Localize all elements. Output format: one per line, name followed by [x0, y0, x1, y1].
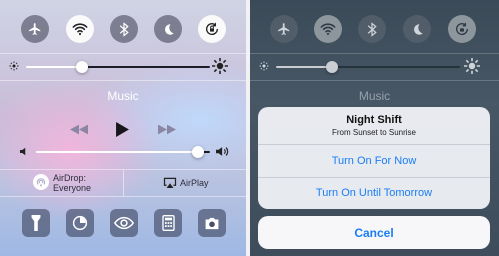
night-shift-button[interactable] [110, 209, 138, 237]
calculator-icon [161, 215, 175, 231]
wifi-icon [320, 23, 336, 36]
volume-low-icon [20, 147, 26, 156]
bluetooth-icon [119, 21, 129, 37]
flashlight-button[interactable] [22, 209, 50, 237]
brightness-low-icon [259, 61, 269, 71]
moon-icon [164, 23, 174, 35]
bluetooth-icon [367, 21, 377, 37]
cancel-button[interactable]: Cancel [258, 216, 490, 249]
night-shift-sheet-screen: Music Night Shift From Sunset to Sunrise… [250, 0, 499, 256]
brightness-high-icon [464, 58, 480, 74]
music-title-dimmed: Music [358, 89, 391, 103]
sheet-title: Night Shift [346, 114, 402, 126]
camera-icon [205, 217, 219, 229]
control-center-screen: Music AirDrop: Everyone AirPlay [0, 0, 246, 256]
volume-high-icon [216, 147, 229, 156]
brightness-slider-fill-dimmed [276, 66, 332, 68]
brightness-slider-knob[interactable] [76, 61, 88, 73]
wifi-toggle[interactable] [66, 15, 94, 43]
rotation-lock-toggle[interactable] [198, 15, 226, 43]
airdrop-icon [33, 174, 49, 190]
wifi-toggle-dimmed [314, 15, 342, 43]
airplane-mode-toggle-dimmed [270, 15, 298, 43]
divider [250, 53, 499, 54]
airplane-icon [278, 23, 290, 35]
airplane-icon [29, 23, 41, 35]
airplay-label: AirPlay [180, 178, 209, 188]
flashlight-icon [31, 215, 41, 231]
timer-button[interactable] [66, 209, 94, 237]
fast-forward-icon[interactable] [158, 124, 176, 135]
rewind-icon[interactable] [70, 124, 88, 135]
divider [250, 80, 499, 81]
bluetooth-toggle[interactable] [110, 15, 138, 43]
calculator-button[interactable] [154, 209, 182, 237]
camera-button[interactable] [198, 209, 226, 237]
bluetooth-toggle-dimmed [358, 15, 386, 43]
night-shift-eye-icon [114, 216, 134, 230]
do-not-disturb-toggle-dimmed [403, 15, 431, 43]
rotation-lock-icon [456, 22, 469, 35]
brightness-slider-fill [26, 66, 82, 68]
timer-icon [72, 215, 88, 231]
divider [0, 80, 246, 81]
do-not-disturb-toggle[interactable] [154, 15, 182, 43]
music-title: Music [107, 89, 139, 103]
moon-icon [413, 23, 423, 35]
cancel-label: Cancel [354, 226, 394, 240]
airplane-mode-toggle[interactable] [21, 15, 49, 43]
volume-slider-fill [36, 151, 198, 153]
rotation-lock-toggle-dimmed [448, 15, 476, 43]
night-shift-action-sheet: Night Shift From Sunset to Sunrise Turn … [258, 107, 490, 209]
turn-on-until-tomorrow-button[interactable]: Turn On Until Tomorrow [258, 178, 490, 209]
airplay-icon [163, 177, 177, 188]
divider [0, 196, 246, 197]
share-divider [123, 170, 124, 196]
brightness-slider-knob-dimmed [326, 61, 338, 73]
wifi-icon [72, 23, 88, 36]
play-icon[interactable] [116, 122, 129, 137]
airdrop-label: AirDrop: [53, 173, 87, 183]
sheet-subtitle: From Sunset to Sunrise [331, 128, 417, 137]
airdrop-value: Everyone [53, 183, 92, 193]
brightness-high-icon [212, 58, 228, 74]
divider [0, 53, 246, 54]
brightness-low-icon [9, 61, 19, 71]
volume-slider-knob[interactable] [192, 146, 204, 158]
brightness-slider-track-dimmed [332, 66, 460, 68]
rotation-lock-icon [206, 22, 219, 35]
brightness-slider-track [82, 66, 210, 68]
turn-on-for-now-button[interactable]: Turn On For Now [258, 145, 490, 177]
